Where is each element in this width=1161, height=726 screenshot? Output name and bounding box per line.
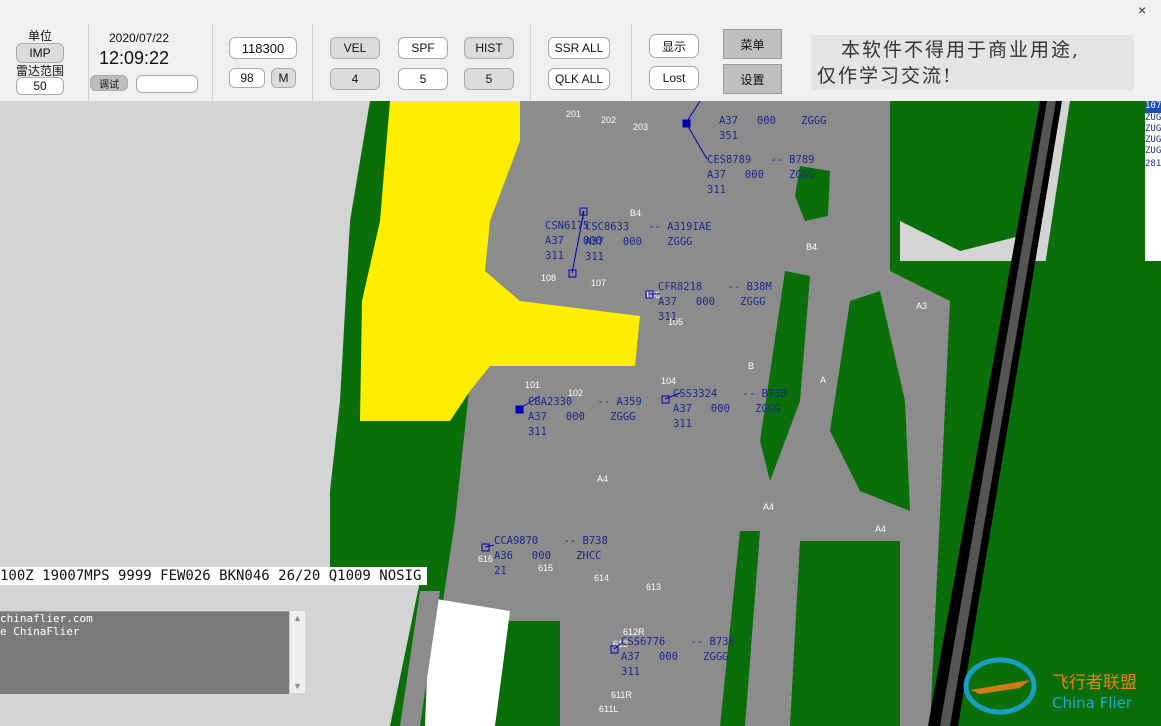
aircraft-tag-line3: 21 bbox=[494, 565, 507, 577]
right-list-item[interactable]: ZUG bbox=[1145, 124, 1161, 134]
log-scrollbar[interactable]: ▲ ▼ bbox=[289, 611, 305, 693]
watermark-en: China Flier bbox=[1052, 694, 1133, 712]
time-display: 12:09:22 bbox=[98, 48, 170, 68]
taxiway-label: 104 bbox=[661, 376, 676, 386]
aircraft-tag-line3: 351 bbox=[719, 130, 738, 142]
aircraft-tag-line3: 311 bbox=[621, 666, 640, 678]
right-list-item[interactable]: 281 bbox=[1145, 159, 1161, 169]
aircraft-tag-line2: A37 000 ZGGG bbox=[707, 169, 814, 181]
aircraft-tag-line3: 311 bbox=[545, 250, 564, 262]
taxiway-label: B bbox=[748, 361, 754, 371]
menu-button[interactable]: 菜单 bbox=[723, 29, 782, 59]
taxiway-label: 616 bbox=[478, 554, 493, 564]
taxiway-label: 202 bbox=[601, 115, 616, 125]
aircraft-tag-line2: A36 000 ZHCC bbox=[494, 550, 601, 562]
taxiway-label: 201 bbox=[566, 109, 581, 119]
taxiway-label: 203 bbox=[633, 122, 648, 132]
aircraft-tag-line3: 311 bbox=[528, 426, 547, 438]
taxiway-label: A4 bbox=[763, 502, 774, 512]
notice-banner: 本软件不得用于商业用途, 仅作学习交流! bbox=[811, 35, 1134, 90]
unit-toggle[interactable]: IMP bbox=[16, 43, 64, 63]
aircraft-tag-line3: 311 bbox=[658, 311, 677, 323]
taxiway-label: 611R bbox=[611, 690, 632, 700]
qlk-all-button[interactable]: QLK ALL bbox=[548, 68, 610, 90]
notice-line-1: 本软件不得用于商业用途, bbox=[841, 39, 1081, 61]
taxiway-label: 101 bbox=[525, 380, 540, 390]
scroll-up-icon[interactable]: ▲ bbox=[293, 613, 302, 623]
grass-island bbox=[790, 541, 900, 726]
aircraft-tag-line3: 311 bbox=[585, 251, 604, 263]
radar-range-field[interactable]: 50 bbox=[16, 77, 64, 95]
toolbar: 单位 IMP 雷达范围 50 2020/07/22 12:09:22 调试 11… bbox=[0, 0, 1161, 102]
watermark-cn: 飞行者联盟 bbox=[1052, 673, 1137, 693]
settings-button[interactable]: 设置 bbox=[723, 64, 782, 94]
aircraft-tag-line3: 311 bbox=[707, 184, 726, 196]
log-line: chinaflier.com bbox=[0, 612, 93, 625]
taxiway-label: A3 bbox=[916, 301, 927, 311]
spf-value[interactable]: 5 bbox=[398, 68, 448, 90]
right-list-item[interactable]: ZUG bbox=[1145, 135, 1161, 145]
taxiway-label: A4 bbox=[875, 524, 886, 534]
hist-button[interactable]: HIST bbox=[464, 37, 514, 59]
log-line: e ChinaFlier bbox=[0, 625, 80, 638]
taxiway-label: 611L bbox=[599, 704, 618, 714]
taxiway-label: 108 bbox=[541, 273, 556, 283]
mode-button[interactable]: 调试 bbox=[90, 75, 128, 91]
right-list-item[interactable]: ZUG bbox=[1145, 146, 1161, 156]
aircraft-tag-line2: A37 000 ZGGG bbox=[719, 115, 826, 127]
taxiway-label: 614 bbox=[594, 573, 609, 583]
close-icon[interactable]: × bbox=[1138, 2, 1146, 18]
aircraft-tag-line1: CES8789 -- B789 bbox=[707, 154, 814, 166]
lost-button[interactable]: Lost bbox=[649, 66, 699, 90]
aircraft-tag-line2: A37 000 ZGGG bbox=[585, 236, 692, 248]
aircraft-tag-line3: 311 bbox=[673, 418, 692, 430]
aircraft-tag-line2: A37 000 ZGGG bbox=[673, 403, 780, 415]
aircraft-tag-line2: A37 000 ZGGG bbox=[528, 411, 635, 423]
aircraft-tag-line1: CSS6776 -- B738 bbox=[621, 636, 735, 648]
taxiway-label: 613 bbox=[646, 582, 661, 592]
show-button[interactable]: 显示 bbox=[649, 34, 699, 58]
aircraft-tag-line2: A37 000 ZGGG bbox=[621, 651, 728, 663]
aircraft-tag-line1: CSN6175 bbox=[545, 220, 589, 232]
vel-button[interactable]: VEL bbox=[330, 37, 380, 59]
chinaflier-logo: 飞行者联盟 China Flier bbox=[963, 657, 1137, 715]
notice-line-2: 仅作学习交流! bbox=[817, 65, 953, 87]
scroll-down-icon[interactable]: ▼ bbox=[293, 681, 302, 691]
m-button[interactable]: M bbox=[271, 68, 296, 88]
right-list-panel: 107 ZUG ZUG ZUG ZUG 281 bbox=[1145, 101, 1161, 261]
aircraft-tag-line1: CFR8218 -- B38M bbox=[658, 281, 772, 293]
metar-line: 100Z 19007MPS 9999 FEW026 BKN046 26/20 Q… bbox=[0, 567, 428, 585]
num-98-field[interactable]: 98 bbox=[229, 68, 265, 88]
aircraft-tag-line2: A37 000 ZGGG bbox=[658, 296, 765, 308]
frequency-field[interactable]: 118300 bbox=[229, 37, 297, 59]
unit-label: 单位 bbox=[27, 29, 52, 43]
log-panel: chinaflier.com e ChinaFlier bbox=[0, 611, 289, 694]
vel-value[interactable]: 4 bbox=[330, 68, 380, 90]
hist-value[interactable]: 5 bbox=[464, 68, 514, 90]
right-list-item[interactable]: ZUG bbox=[1145, 113, 1161, 123]
taxiway-label: A4 bbox=[597, 474, 608, 484]
taxiway-label: 107 bbox=[591, 278, 606, 288]
aircraft-tag-line1: CCA9870 -- B738 bbox=[494, 535, 608, 547]
spf-button[interactable]: SPF bbox=[398, 37, 448, 59]
aircraft-tag-line1: CSS3324 -- B73B bbox=[673, 388, 787, 400]
aircraft-tag-line1: CSC8633 -- A319IAE bbox=[585, 221, 711, 233]
taxiway-label: B4 bbox=[806, 242, 817, 252]
date-display: 2020/07/22 bbox=[108, 31, 170, 45]
building bbox=[425, 598, 510, 726]
taxiway-label: B4 bbox=[630, 208, 641, 218]
aircraft-tag-line1: CBA2330 -- A359 bbox=[528, 396, 642, 408]
taxiway-label: A bbox=[820, 375, 826, 385]
ssr-all-button[interactable]: SSR ALL bbox=[548, 37, 610, 59]
taxiway-label: 615 bbox=[538, 563, 553, 573]
mode-field[interactable] bbox=[136, 75, 198, 93]
right-list-item[interactable]: 107 bbox=[1145, 101, 1161, 113]
